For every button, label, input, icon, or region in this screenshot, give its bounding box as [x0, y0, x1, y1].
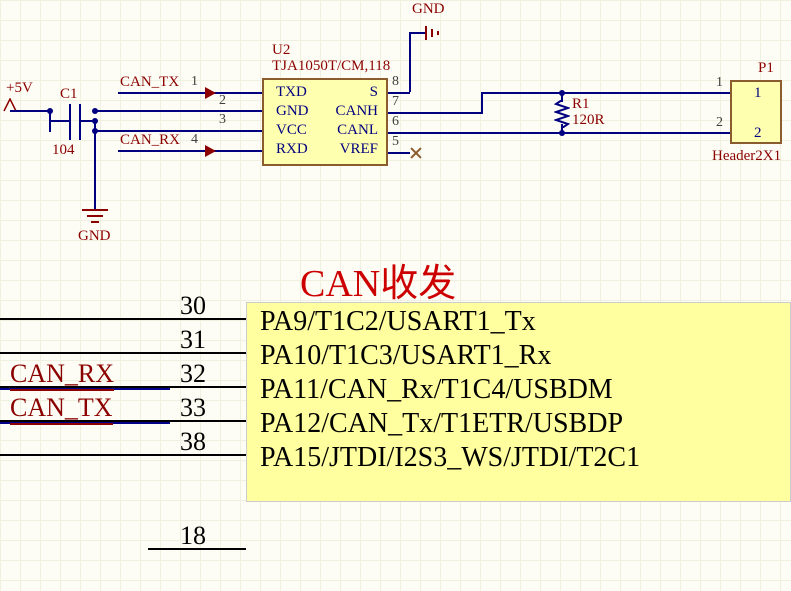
u2-pin1-num: 1: [191, 74, 198, 90]
mcu-pin31-num: 31: [180, 325, 206, 355]
u2-pin8-name: S: [322, 84, 378, 101]
u2-pin4-num: 4: [191, 132, 198, 148]
wire: [481, 132, 713, 134]
mcu-pin38-func: PA15/JTDI/I2S3_WS/JTDI/T2C1: [260, 442, 640, 474]
u2-ref: U2: [272, 42, 290, 59]
u2-pin6-name: CANL: [322, 122, 378, 139]
p1-pin2-num: 2: [716, 115, 723, 131]
net-canrx: CAN_RX: [120, 132, 180, 149]
c1-ref: C1: [60, 86, 78, 103]
wire: [712, 92, 730, 94]
r1-ref: R1: [572, 96, 590, 113]
mcu-pin32-num: 32: [180, 359, 206, 389]
mcu-pin-stub: [0, 318, 246, 320]
u2-pin3-num: 3: [219, 112, 226, 128]
u2-pin7-num: 7: [392, 94, 399, 110]
wire: [10, 110, 50, 112]
p1-ref: P1: [758, 60, 774, 77]
wire: [50, 120, 70, 122]
u2-pin3-name: VCC: [276, 122, 307, 139]
u2-pin5-name: VREF: [322, 141, 378, 158]
junction: [559, 90, 565, 96]
mcu-pin-stub: [0, 454, 246, 456]
mcu-pin30-num: 30: [180, 291, 206, 321]
mcu-net-canrx: CAN_RX: [10, 359, 114, 391]
wire: [481, 92, 483, 114]
junction: [92, 108, 98, 114]
wire: [388, 112, 482, 114]
gnd-symbol-icon: [78, 208, 112, 228]
wire: [388, 152, 410, 154]
wire: [49, 120, 51, 132]
wire: [388, 132, 482, 134]
wire: [118, 92, 262, 94]
u2-pin2-name: GND: [276, 103, 309, 120]
net-5v: +5V: [6, 80, 33, 97]
mcu-pin33-num: 33: [180, 393, 206, 423]
gnd-symbol-icon: [422, 20, 450, 46]
junction: [559, 130, 565, 136]
p1-pin2-label: 2: [754, 125, 762, 142]
wire: [218, 130, 262, 132]
resistor-icon: [554, 100, 570, 128]
mcu-pin30-func: PA9/T1C2/USART1_Tx: [260, 306, 536, 338]
net-gnd-top: GND: [412, 1, 445, 18]
u2-pin5-num: 5: [392, 134, 399, 150]
junction: [92, 128, 98, 134]
p1-pin1-label: 1: [754, 85, 762, 102]
wire: [712, 132, 730, 134]
schematic-title: CAN收发: [300, 252, 456, 307]
capacitor-icon: [60, 102, 92, 142]
mcu-pin38-num: 38: [180, 427, 206, 457]
net-cantx: CAN_TX: [120, 74, 179, 91]
arrow-icon: [204, 86, 218, 100]
u2-pin8-num: 8: [392, 74, 399, 90]
p1-part: Header2X1: [712, 148, 781, 165]
arrow-icon: [204, 144, 218, 158]
wire: [94, 110, 262, 112]
mcu-pin-stub: [0, 352, 246, 354]
u2-pin7-name: CANH: [322, 103, 378, 120]
wire: [118, 150, 262, 152]
mcu-pin33-func: PA12/CAN_Tx/T1ETR/USBDP: [260, 408, 623, 440]
no-connect-icon: [409, 146, 423, 160]
net-gnd-left: GND: [78, 228, 111, 245]
mcu-pin31-func: PA10/T1C3/USART1_Rx: [260, 340, 551, 372]
c1-value: 104: [52, 142, 75, 159]
p1-pin1-num: 1: [716, 75, 723, 91]
wire: [481, 92, 713, 94]
u2-pin4-name: RXD: [276, 141, 308, 158]
u2-part: TJA1050T/CM,118: [272, 58, 390, 75]
mcu-pin32-func: PA11/CAN_Rx/T1C4/USBDM: [260, 374, 613, 406]
u2-pin2-num: 2: [219, 93, 226, 109]
u2-pin6-num: 6: [392, 114, 399, 130]
mcu-pin18-num: 18: [180, 521, 206, 551]
wire: [409, 32, 411, 92]
u2-pin1-name: TXD: [276, 84, 307, 101]
mcu-net-cantx: CAN_TX: [10, 393, 113, 425]
r1-value: 120R: [572, 112, 605, 129]
